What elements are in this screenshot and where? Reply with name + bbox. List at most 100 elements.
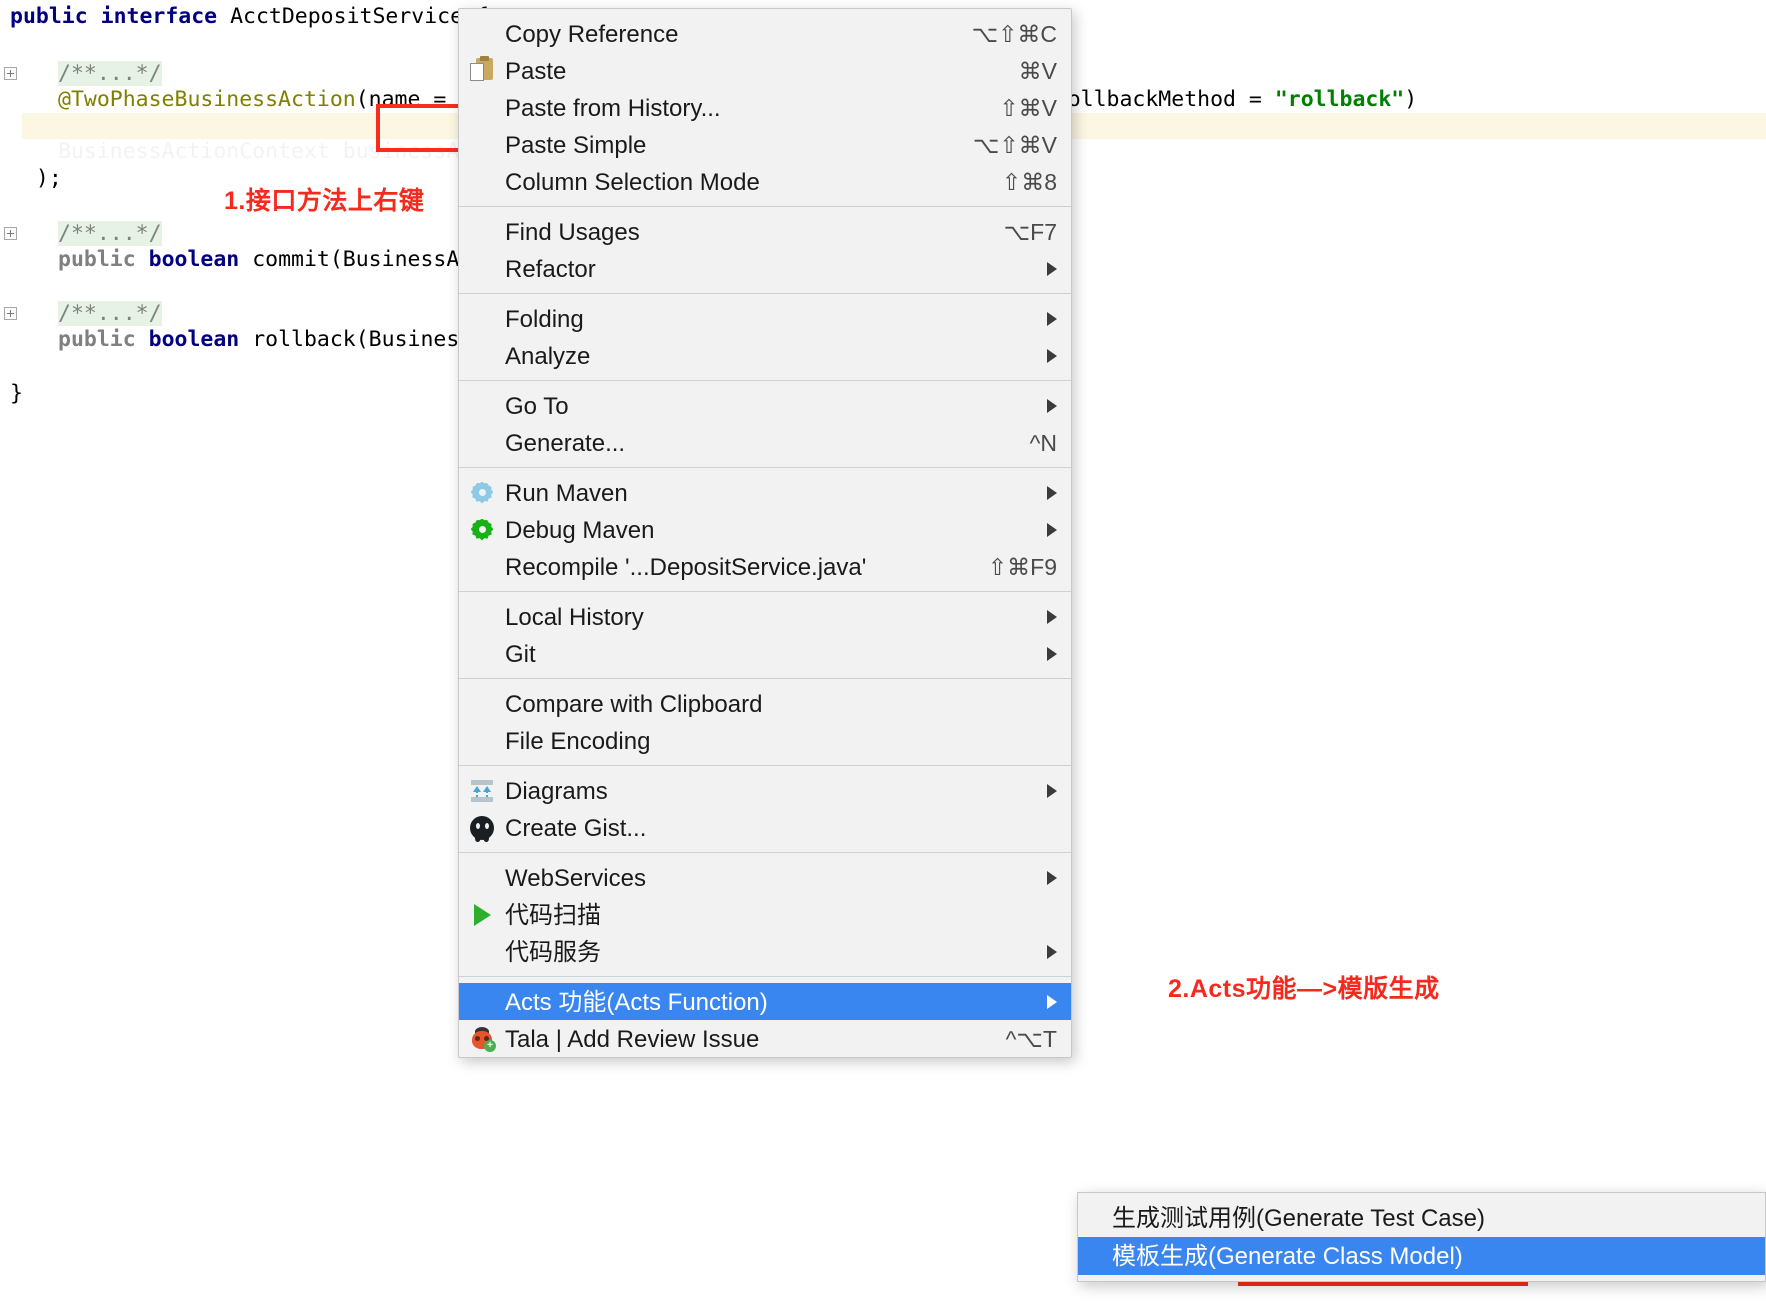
chevron-right-icon <box>1047 261 1057 276</box>
no-icon-spacer <box>459 554 505 580</box>
submenu-item-生成测试用例-generate-test-case[interactable]: 生成测试用例(Generate Test Case) <box>1078 1199 1765 1237</box>
play-icon <box>459 902 505 928</box>
menu-item-webservices[interactable]: WebServices <box>459 859 1071 896</box>
menu-item-label: Find Usages <box>505 218 640 245</box>
annotation-text: 1.接口方法上右键 <box>224 187 425 215</box>
editor-context-menu[interactable]: Copy Reference ⌥⇧⌘C Paste ⌘V Paste from Hist… <box>458 8 1072 1058</box>
chevron-right-icon <box>1047 646 1057 661</box>
menu-item-label: Paste from History... <box>505 94 721 121</box>
menu-item-label: 代码服务 <box>505 938 601 965</box>
menu-item-shortcut: ⌥⇧⌘C <box>971 21 1057 47</box>
no-icon-spacer <box>459 728 505 754</box>
menu-item-label: Diagrams <box>505 777 608 804</box>
menu-separator <box>459 206 1071 207</box>
menu-item-paste[interactable]: Paste ⌘V <box>459 52 1071 89</box>
menu-item-代码服务[interactable]: 代码服务 <box>459 933 1071 970</box>
menu-item-shortcut: ^N <box>1029 430 1057 456</box>
menu-item-label: Tala | Add Review Issue <box>505 1025 760 1052</box>
code-token: /**...*/ <box>58 221 162 246</box>
menu-item-paste-simple[interactable]: Paste Simple ⌥⇧⌘V <box>459 126 1071 163</box>
menu-item-recompile-depositservice-java[interactable]: Recompile '...DepositService.java' ⇧⌘F9 <box>459 548 1071 585</box>
menu-item-shortcut: ⌥F7 <box>1003 219 1057 245</box>
menu-item-label: WebServices <box>505 864 646 891</box>
no-icon-spacer <box>1078 1243 1112 1269</box>
menu-item-label: Paste Simple <box>505 131 647 158</box>
no-icon-spacer <box>459 306 505 332</box>
chevron-right-icon <box>1047 398 1057 413</box>
fold-toggle-icon[interactable] <box>4 67 17 80</box>
menu-item-label: Local History <box>505 603 644 630</box>
menu-item-代码扫描[interactable]: 代码扫描 <box>459 896 1071 933</box>
menu-item-acts-功能-acts-function[interactable]: Acts 功能(Acts Function) <box>459 983 1071 1020</box>
menu-item-shortcut: ⇧⌘F9 <box>987 554 1057 580</box>
menu-item-find-usages[interactable]: Find Usages ⌥F7 <box>459 213 1071 250</box>
menu-item-paste-from-history[interactable]: Paste from History... ⇧⌘V <box>459 89 1071 126</box>
no-icon-spacer <box>459 343 505 369</box>
menu-item-create-gist[interactable]: Create Gist... <box>459 809 1071 846</box>
chevron-right-icon <box>1047 783 1057 798</box>
chevron-right-icon <box>1047 311 1057 326</box>
code-token: public <box>58 247 136 272</box>
no-icon-spacer <box>459 256 505 282</box>
menu-item-debug-maven[interactable]: Debug Maven <box>459 511 1071 548</box>
menu-item-shortcut: ⇧⌘V <box>999 95 1057 121</box>
menu-item-generate[interactable]: Generate... ^N <box>459 424 1071 461</box>
menu-item-local-history[interactable]: Local History <box>459 598 1071 635</box>
menu-item-compare-with-clipboard[interactable]: Compare with Clipboard <box>459 685 1071 722</box>
diagram-icon <box>459 778 505 804</box>
menu-item-analyze[interactable]: Analyze <box>459 337 1071 374</box>
gear-green-icon <box>459 517 505 543</box>
menu-item-copy-reference[interactable]: Copy Reference ⌥⇧⌘C <box>459 15 1071 52</box>
menu-separator <box>459 467 1071 468</box>
menu-item-shortcut: ⌥⇧⌘V <box>972 132 1057 158</box>
menu-item-column-selection-mode[interactable]: Column Selection Mode ⇧⌘8 <box>459 163 1071 200</box>
editor-gutter[interactable] <box>0 0 22 1302</box>
menu-item-diagrams[interactable]: Diagrams <box>459 772 1071 809</box>
no-icon-spacer <box>459 95 505 121</box>
acts-function-submenu[interactable]: 生成测试用例(Generate Test Case) 模板生成(Generate … <box>1077 1192 1766 1282</box>
chevron-right-icon <box>1047 485 1057 500</box>
chevron-right-icon <box>1047 609 1057 624</box>
menu-item-git[interactable]: Git <box>459 635 1071 672</box>
no-icon-spacer <box>459 691 505 717</box>
menu-item-label: Acts 功能(Acts Function) <box>505 988 768 1015</box>
menu-item-file-encoding[interactable]: File Encoding <box>459 722 1071 759</box>
code-token: public <box>58 327 136 352</box>
paste-icon <box>459 56 505 84</box>
no-icon-spacer <box>459 219 505 245</box>
menu-item-label: Debug Maven <box>505 516 655 543</box>
menu-item-run-maven[interactable]: Run Maven <box>459 474 1071 511</box>
fold-toggle-icon[interactable] <box>4 227 17 240</box>
code-token: ); <box>10 166 62 191</box>
code-token: "rollback" <box>1274 87 1405 112</box>
annotation-text: 2.Acts功能—>模版生成 <box>1168 975 1440 1003</box>
menu-item-tala-add-review-issue[interactable]: + Tala | Add Review Issue ^⌥T <box>459 1020 1071 1057</box>
menu-item-shortcut: ^⌥T <box>1005 1026 1057 1052</box>
menu-item-folding[interactable]: Folding <box>459 300 1071 337</box>
menu-item-go-to[interactable]: Go To <box>459 387 1071 424</box>
menu-separator <box>459 765 1071 766</box>
menu-separator <box>459 591 1071 592</box>
no-icon-spacer <box>459 393 505 419</box>
bug-icon: + <box>459 1026 505 1052</box>
menu-item-label: Generate... <box>505 429 626 456</box>
code-token: /**...*/ <box>58 61 162 86</box>
submenu-item-模板生成-generate-class-model[interactable]: 模板生成(Generate Class Model) <box>1078 1237 1765 1275</box>
fold-toggle-icon[interactable] <box>4 307 17 320</box>
submenu-item-label: 生成测试用例(Generate Test Case) <box>1112 1205 1485 1231</box>
menu-item-label: Go To <box>505 392 569 419</box>
submenu-item-label: 模板生成(Generate Class Model) <box>1112 1243 1463 1269</box>
ide-screen: public interface AcctDepositService {/**… <box>0 0 1766 1302</box>
menu-item-refactor[interactable]: Refactor <box>459 250 1071 287</box>
code-token: /**...*/ <box>58 301 162 326</box>
menu-item-label: Refactor <box>505 255 596 282</box>
menu-item-label: Folding <box>505 305 584 332</box>
